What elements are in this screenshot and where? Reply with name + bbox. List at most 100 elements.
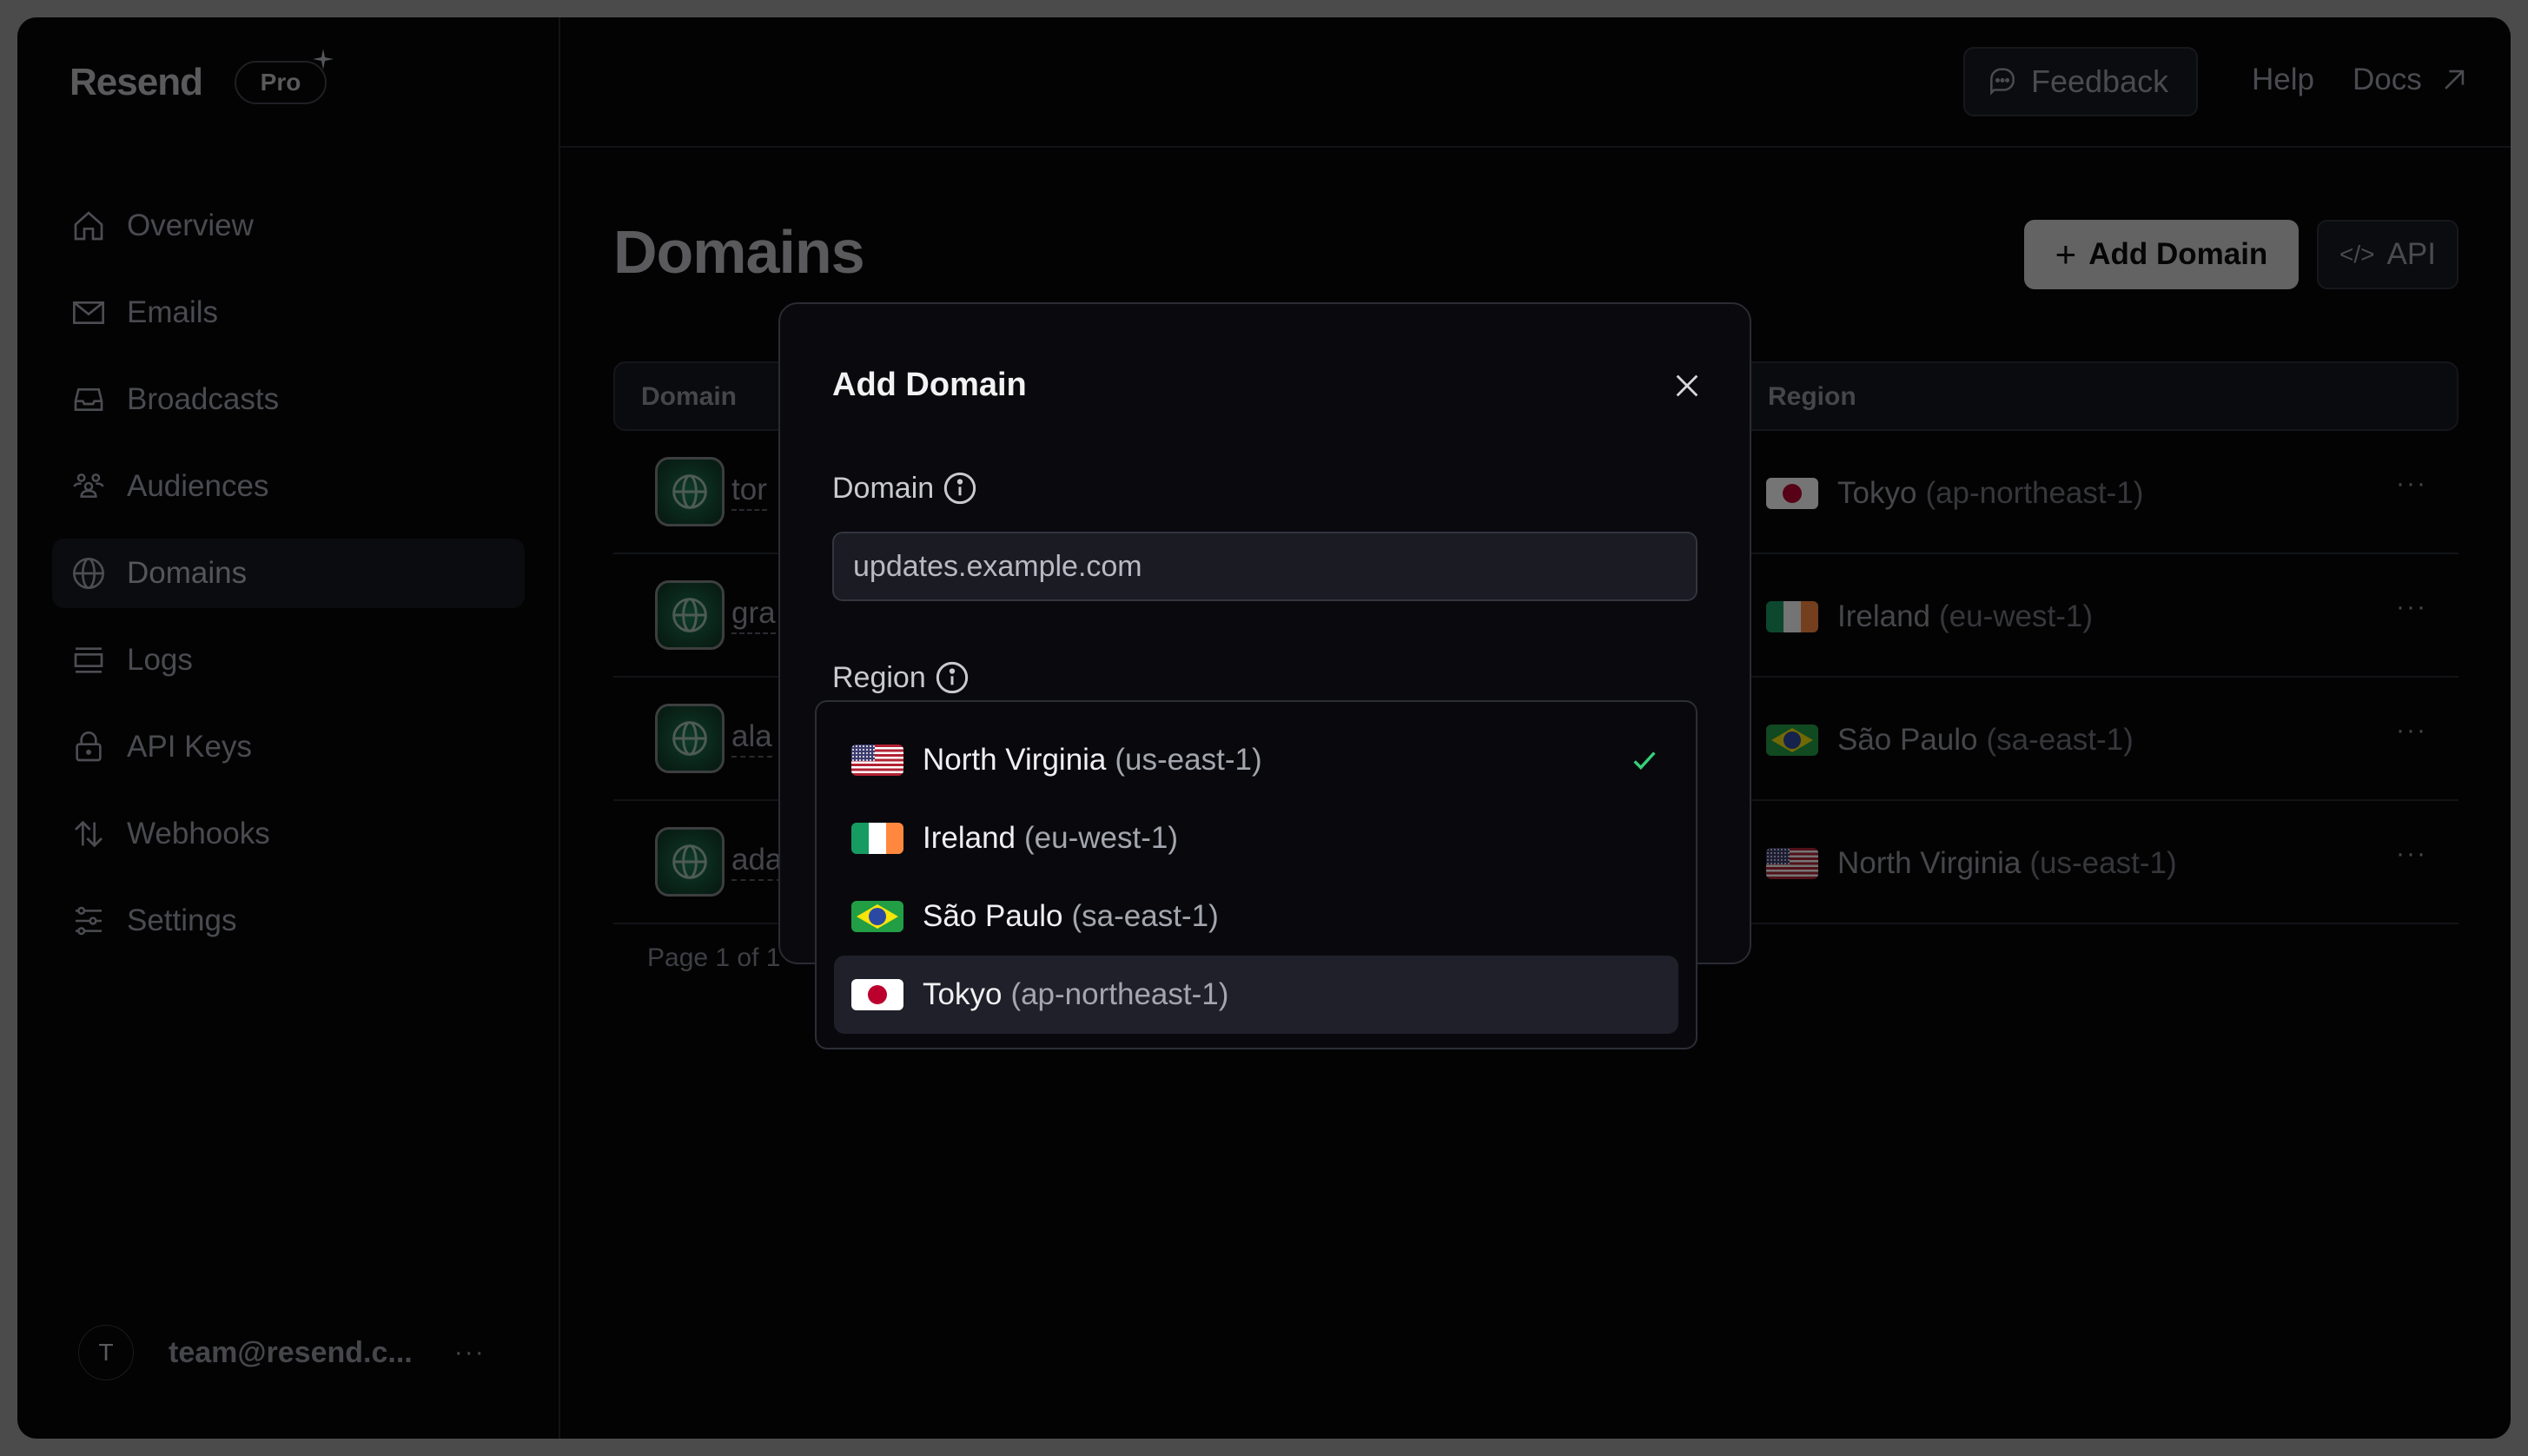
option-code: (sa-east-1): [1071, 899, 1219, 933]
users-icon: [71, 469, 106, 504]
user-email: team@resend.c...: [169, 1335, 413, 1369]
domain-globe-badge: [655, 704, 725, 773]
docs-link[interactable]: Docs: [2353, 63, 2469, 97]
row-more-button[interactable]: ···: [2396, 592, 2427, 622]
sidebar-item-label: Webhooks: [127, 817, 270, 850]
row-more-button[interactable]: ···: [2396, 716, 2427, 745]
domain-globe-badge: [655, 827, 725, 897]
us-flag-icon: [1766, 848, 1818, 879]
inbox-icon: [71, 382, 106, 417]
region-code: (sa-east-1): [1986, 723, 2134, 757]
globe-icon: [672, 598, 707, 632]
sidebar-item-label: API Keys: [127, 730, 252, 764]
ireland-flag-icon: [851, 823, 903, 854]
option-name: São Paulo: [923, 899, 1063, 933]
region-name: Tokyo: [1837, 476, 1917, 510]
region-option-us-east-1[interactable]: North Virginia (us-east-1): [834, 721, 1678, 799]
lock-icon: [71, 730, 106, 764]
user-menu[interactable]: T team@resend.c... ···: [78, 1323, 530, 1382]
domain-name[interactable]: gra: [731, 596, 776, 634]
chat-bubble-icon: [1990, 68, 2015, 96]
add-domain-button[interactable]: + Add Domain: [2024, 220, 2299, 289]
home-icon: [71, 208, 106, 243]
pagination-label: Page 1 of 1: [647, 943, 781, 972]
brazil-flag-icon: [851, 901, 903, 932]
sidebar-item-webhooks[interactable]: Webhooks: [52, 799, 525, 869]
brazil-flag-icon: [1766, 725, 1818, 756]
japan-flag-icon: [1766, 478, 1818, 509]
logs-icon: [71, 643, 106, 678]
sidebar-item-settings[interactable]: Settings: [52, 886, 525, 956]
option-code: (ap-northeast-1): [1010, 977, 1229, 1011]
domain-name[interactable]: ala: [731, 719, 772, 758]
domain-globe-badge: [655, 580, 725, 650]
page-title: Domains: [613, 218, 865, 286]
domain-globe-badge: [655, 457, 725, 526]
column-header-domain[interactable]: Domain: [641, 382, 737, 412]
close-button[interactable]: [1666, 365, 1708, 407]
option-code: (eu-west-1): [1024, 821, 1179, 855]
code-icon: </>: [2339, 241, 2375, 268]
ireland-flag-icon: [1766, 601, 1818, 632]
docs-label: Docs: [2353, 63, 2422, 96]
option-code: (us-east-1): [1115, 743, 1262, 777]
region-option-eu-west-1[interactable]: Ireland (eu-west-1): [834, 799, 1678, 877]
check-icon: [1633, 751, 1656, 770]
option-name: Ireland: [923, 821, 1016, 855]
logo[interactable]: Resend: [69, 61, 203, 104]
region-dropdown: North Virginia (us-east-1) Ireland (eu-w…: [815, 700, 1697, 1049]
pro-badge: Pro: [235, 49, 334, 104]
avatar: T: [78, 1325, 134, 1380]
region-cell: North Virginia (us-east-1): [1766, 846, 2177, 881]
sidebar-item-overview[interactable]: Overview: [52, 191, 525, 261]
domain-field-label: Domain: [832, 471, 977, 506]
mail-icon: [71, 295, 106, 330]
globe-icon: [672, 844, 707, 879]
domain-input[interactable]: [832, 532, 1697, 601]
row-more-button[interactable]: ···: [2396, 469, 2427, 499]
add-domain-label: Add Domain: [2088, 237, 2268, 271]
region-option-ap-northeast-1[interactable]: Tokyo (ap-northeast-1): [834, 956, 1678, 1034]
region-code: (us-east-1): [2029, 846, 2177, 880]
sidebar-item-label: Emails: [127, 295, 219, 329]
sidebar-item-broadcasts[interactable]: Broadcasts: [52, 365, 525, 434]
globe-icon: [672, 474, 707, 509]
sidebar-item-audiences[interactable]: Audiences: [52, 452, 525, 521]
domain-name[interactable]: ada: [731, 843, 783, 881]
sidebar-item-api-keys[interactable]: API Keys: [52, 712, 525, 782]
region-option-sa-east-1[interactable]: São Paulo (sa-east-1): [834, 877, 1678, 956]
region-cell: Ireland (eu-west-1): [1766, 599, 2093, 634]
sidebar-item-domains[interactable]: Domains: [52, 539, 525, 608]
sidebar-item-logs[interactable]: Logs: [52, 625, 525, 695]
sidebar-nav: Overview Emails Broadcasts Audiences Dom…: [52, 191, 525, 973]
help-link[interactable]: Help: [2252, 63, 2314, 97]
us-flag-icon: [851, 745, 903, 776]
region-name: Ireland: [1837, 599, 1931, 633]
column-header-region[interactable]: Region: [1768, 382, 1856, 412]
info-icon[interactable]: [943, 471, 977, 506]
app-window: Resend Pro Overview Emails Broadcasts Au…: [17, 17, 2511, 1439]
top-bar: Feedback Help Docs: [560, 17, 2511, 148]
user-more-button[interactable]: ···: [454, 1338, 486, 1367]
japan-flag-icon: [851, 979, 903, 1010]
sidebar-item-label: Logs: [127, 643, 193, 677]
arrows-icon: [71, 817, 106, 851]
info-icon[interactable]: [935, 660, 970, 695]
feedback-button[interactable]: Feedback: [1963, 47, 2198, 116]
region-field-label: Region: [832, 660, 970, 695]
external-link-arrow-icon: [2444, 69, 2464, 89]
sidebar-item-emails[interactable]: Emails: [52, 278, 525, 347]
api-button[interactable]: </> API: [2317, 220, 2459, 289]
globe-icon: [71, 556, 106, 591]
feedback-label: Feedback: [2031, 63, 2169, 99]
plus-icon: +: [2055, 234, 2077, 275]
sidebar-item-label: Overview: [127, 208, 254, 242]
domain-label-text: Domain: [832, 471, 935, 505]
option-name: Tokyo: [923, 977, 1003, 1011]
sidebar-item-label: Audiences: [127, 469, 269, 503]
domain-name[interactable]: tor: [731, 473, 767, 511]
region-name: São Paulo: [1837, 723, 1978, 757]
region-cell: São Paulo (sa-east-1): [1766, 723, 2134, 758]
option-name: North Virginia: [923, 743, 1107, 777]
row-more-button[interactable]: ···: [2396, 839, 2427, 869]
